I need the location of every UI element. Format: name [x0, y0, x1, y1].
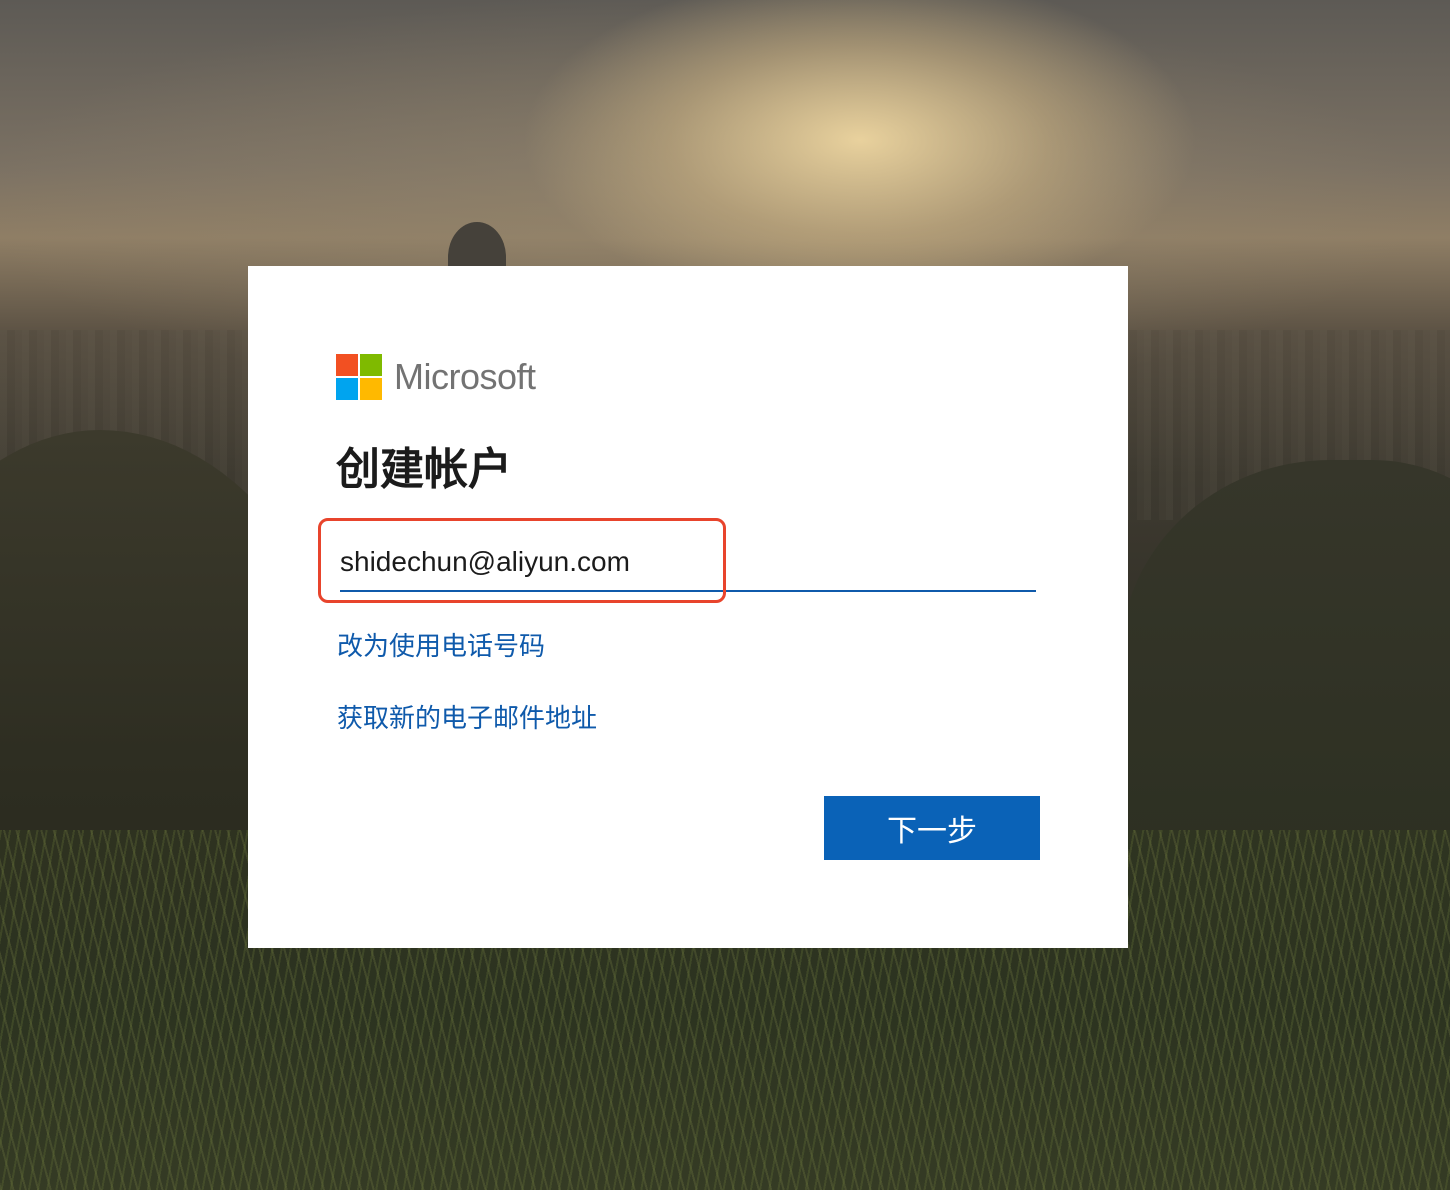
microsoft-logo: Microsoft: [336, 353, 536, 400]
page-title: 创建帐户: [336, 445, 512, 494]
email-field[interactable]: [340, 534, 1036, 592]
logo-square-red: [336, 353, 358, 376]
microsoft-logo-icon: [336, 353, 382, 400]
brand-name: Microsoft: [394, 355, 536, 397]
logo-square-green: [360, 353, 382, 376]
background-mountain-right: [1120, 460, 1450, 860]
next-button[interactable]: 下一步: [824, 796, 1040, 860]
get-new-email-link[interactable]: 获取新的电子邮件地址: [337, 700, 597, 736]
logo-square-blue: [336, 377, 358, 400]
use-phone-number-link[interactable]: 改为使用电话号码: [337, 628, 545, 664]
logo-square-yellow: [360, 377, 382, 400]
create-account-dialog: Microsoft 创建帐户 改为使用电话号码 获取新的电子邮件地址 下一步: [248, 266, 1128, 948]
